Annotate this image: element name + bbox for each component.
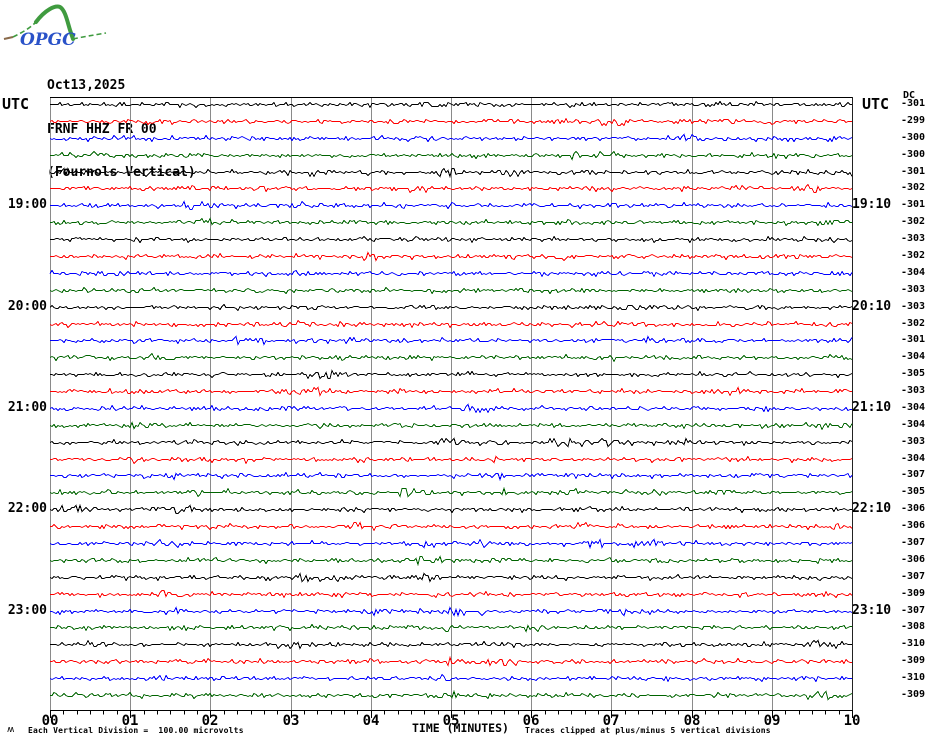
dc-value-label: -301 [901, 98, 926, 109]
left-hour-label: 19:00 [7, 197, 47, 212]
dc-value-label: -304 [901, 402, 926, 413]
dc-value-label: -307 [901, 537, 926, 548]
dc-value-label: -303 [901, 233, 926, 244]
dc-value-label: -303 [901, 284, 926, 295]
dc-value-label: -309 [901, 655, 926, 666]
dc-value-label: -303 [901, 436, 926, 447]
corner-squiggle-glyph: ʍ [7, 725, 15, 735]
dc-value-label: -309 [901, 588, 926, 599]
dc-value-label: -309 [901, 689, 926, 700]
right-hour-label: 22:10 [852, 501, 892, 516]
x-axis-title: TIME (MINUTES) [412, 721, 509, 735]
right-hour-label: 19:10 [852, 197, 892, 212]
dc-value-label: -304 [901, 419, 926, 430]
dc-value-label: -306 [901, 554, 926, 565]
dc-value-label: -306 [901, 520, 926, 531]
dc-value-label: -307 [901, 605, 926, 616]
x-tick-label: 04 [362, 713, 380, 729]
helicorder-page: OPGC Oct13,2025 FRNF HHZ FR 00 (Fournols… [0, 0, 930, 744]
dc-value-label: -307 [901, 571, 926, 582]
dc-value-label: -301 [901, 334, 926, 345]
dc-value-label: -303 [901, 301, 926, 312]
dc-value-label: -301 [901, 166, 926, 177]
dc-value-label: -301 [901, 199, 926, 210]
x-tick-label: 03 [282, 713, 300, 729]
dc-value-label: -304 [901, 453, 926, 464]
dc-value-label: -302 [901, 318, 926, 329]
dc-value-label: -310 [901, 672, 926, 683]
dc-value-label: -306 [901, 503, 926, 514]
left-hour-label: 21:00 [7, 400, 47, 415]
dc-value-label: -310 [901, 638, 926, 649]
dc-value-label: -302 [901, 250, 926, 261]
dc-value-label: -307 [901, 469, 926, 480]
dc-value-label: -308 [901, 621, 926, 632]
dc-value-label: -299 [901, 115, 926, 126]
vertical-scale-note: Each Vertical Division = 100.00 microvol… [28, 726, 244, 735]
dc-value-label: -304 [901, 351, 926, 362]
right-hour-label: 20:10 [852, 299, 892, 314]
right-hour-label: 21:10 [852, 400, 892, 415]
left-hour-label: 20:00 [7, 299, 47, 314]
dc-value-label: -305 [901, 368, 926, 379]
dc-value-label: -302 [901, 216, 926, 227]
seismogram-plot [49, 97, 853, 718]
clip-note: Traces clipped at plus/minus 5 vertical … [525, 726, 771, 735]
dc-value-label: -305 [901, 486, 926, 497]
dc-value-label: -300 [901, 149, 926, 160]
right-hour-label: 23:10 [852, 603, 892, 618]
dc-value-label: -300 [901, 132, 926, 143]
dc-value-label: -303 [901, 385, 926, 396]
dc-value-label: -302 [901, 182, 926, 193]
left-hour-label: 22:00 [7, 501, 47, 516]
dc-value-label: -304 [901, 267, 926, 278]
x-tick-label: 10 [843, 713, 861, 729]
left-hour-label: 23:00 [7, 603, 47, 618]
